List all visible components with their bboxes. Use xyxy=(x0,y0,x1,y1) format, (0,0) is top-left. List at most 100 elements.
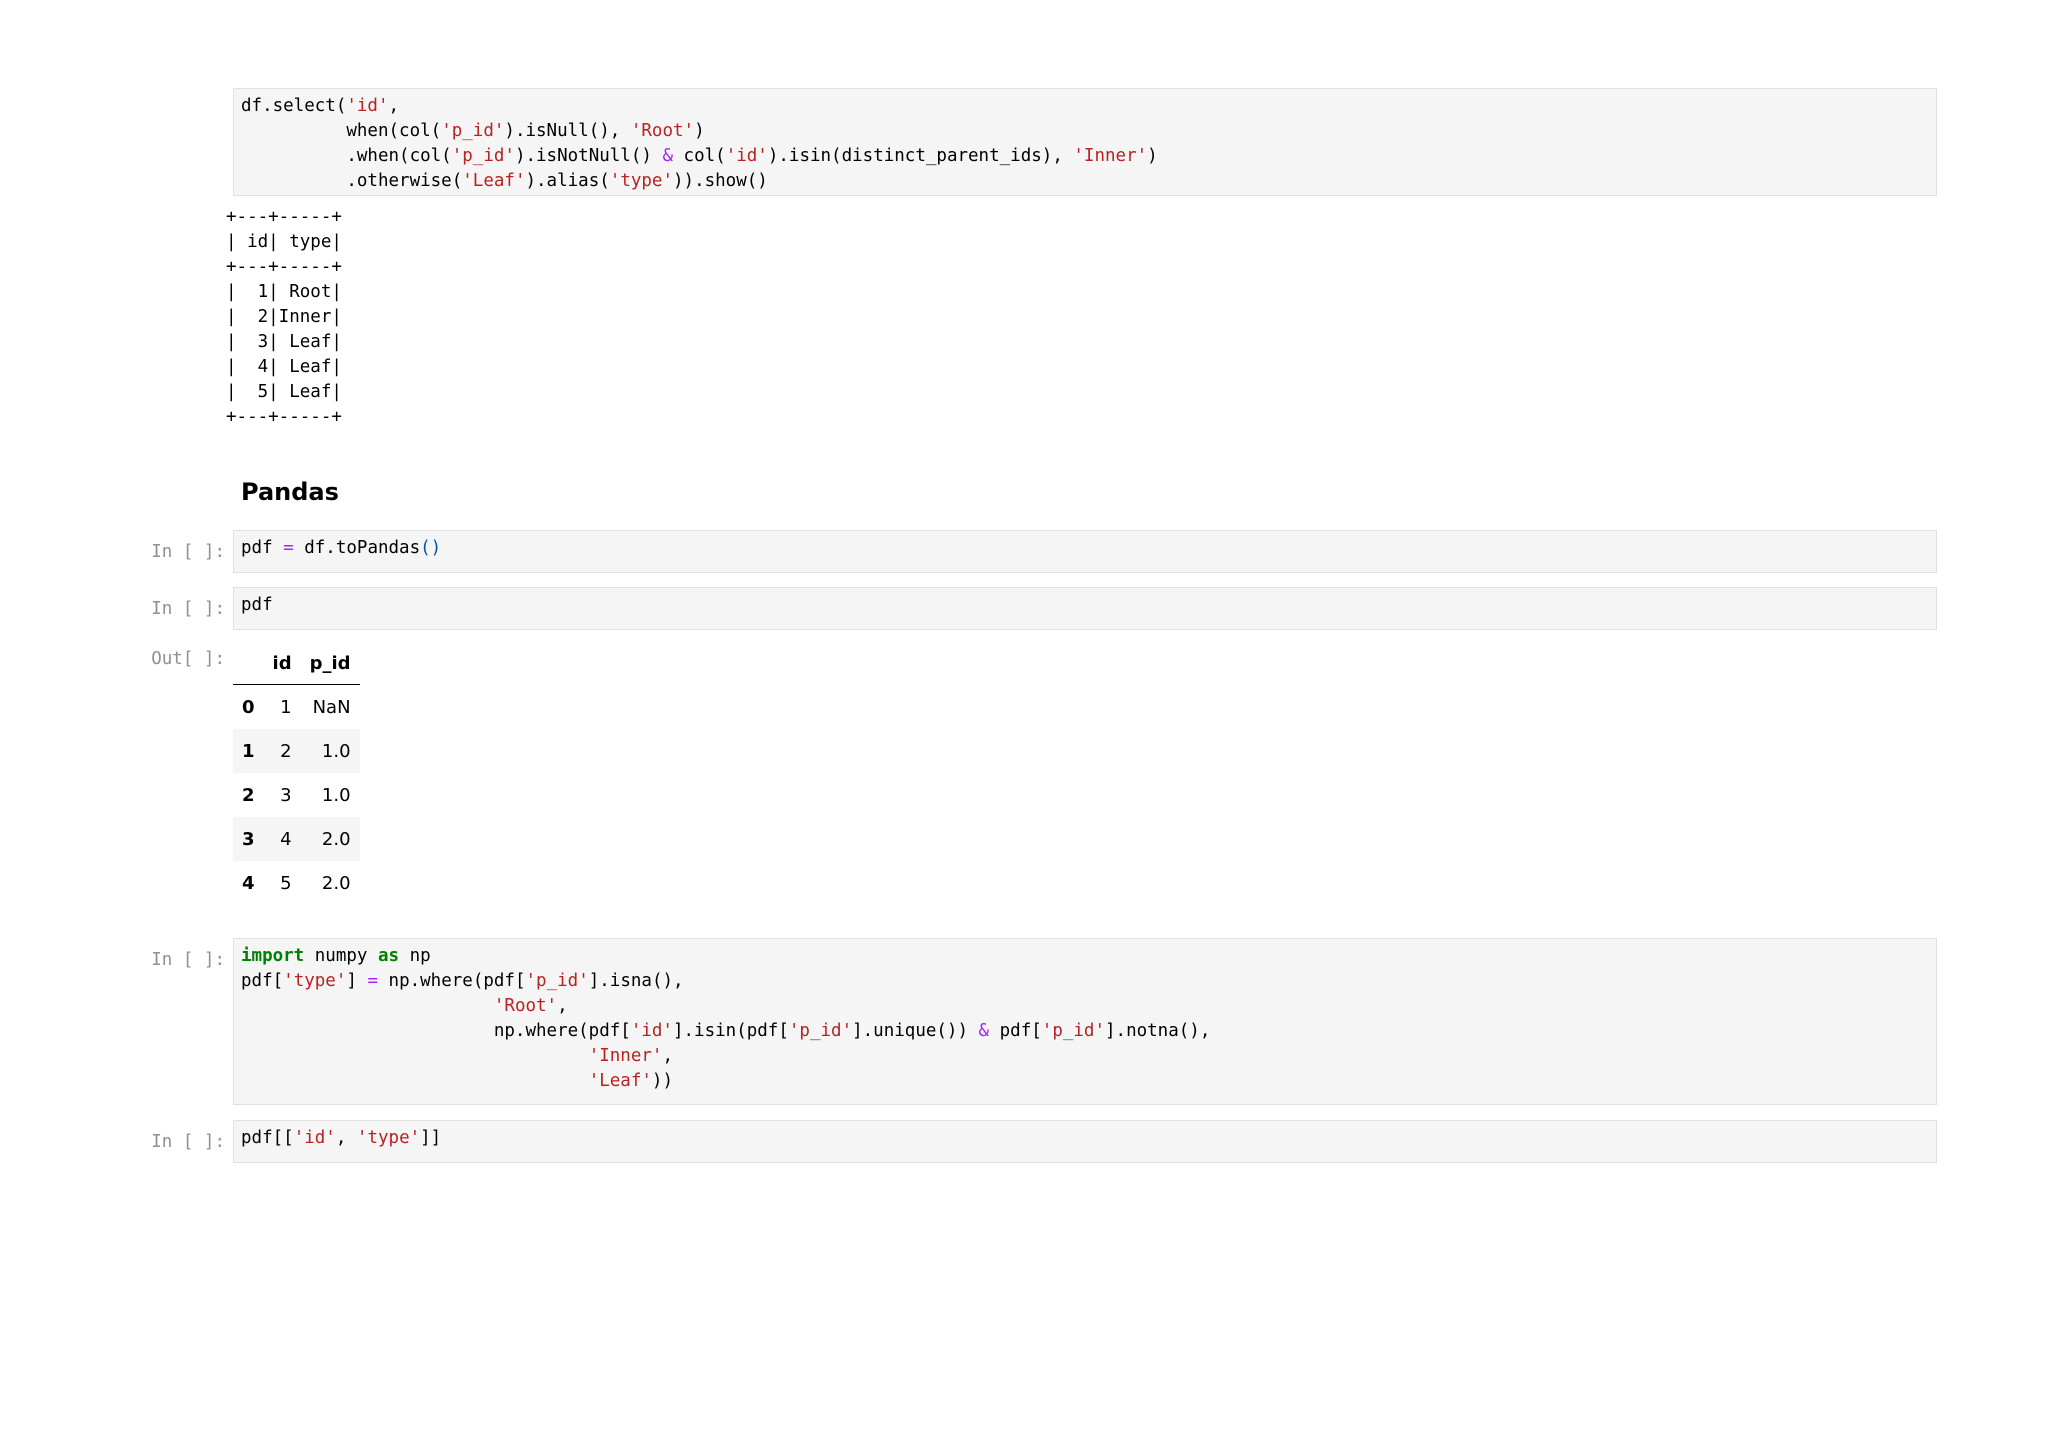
cell-2-prompt: In [ ]: xyxy=(151,542,225,562)
code-line: pdf xyxy=(241,593,1929,618)
table-row: 3 4 2.0 xyxy=(233,817,360,861)
table-header-row: id p_id xyxy=(233,642,360,685)
table-cell: 3 xyxy=(280,784,292,806)
cell-4-prompt: In [ ]: xyxy=(151,950,225,970)
code-token: , xyxy=(662,1046,673,1066)
code-token: ].isin(pdf[ xyxy=(672,1021,789,1041)
cell-1-output-text: +---+-----+ | id| type| +---+-----+ | 1|… xyxy=(226,207,342,427)
row-index: 2 xyxy=(242,784,255,806)
table-cell: 1.0 xyxy=(321,784,351,806)
code-token: 'Inner' xyxy=(1073,146,1148,166)
code-token: np.where(pdf[ xyxy=(378,971,526,991)
code-token: , xyxy=(557,996,568,1016)
code-token: pdf xyxy=(241,538,284,558)
code-token: ).isNull(), xyxy=(504,121,631,141)
code-token: 'id' xyxy=(293,1128,336,1148)
code-token: )) xyxy=(651,1071,673,1091)
code-cell-1-input[interactable]: df.select('id', when(col('p_id').isNull(… xyxy=(233,88,1937,196)
table-row: 1 2 1.0 xyxy=(233,729,360,773)
code-token: ) xyxy=(1147,146,1158,166)
code-line: np.where(pdf['id'].isin(pdf['p_id'].uniq… xyxy=(241,1019,1929,1044)
code-token: 'p_id' xyxy=(451,146,515,166)
code-token: )).show() xyxy=(673,171,768,191)
table-row: 2 3 1.0 xyxy=(233,773,360,817)
code-token: ].notna(), xyxy=(1105,1021,1211,1041)
code-token: ).isNotNull() xyxy=(514,146,663,166)
code-token: () xyxy=(420,538,442,558)
row-index: 1 xyxy=(242,740,255,762)
code-token: & xyxy=(662,146,673,166)
code-token: , xyxy=(335,1128,357,1148)
code-token: .when(col( xyxy=(241,146,452,166)
code-token: 'id' xyxy=(725,146,768,166)
code-token: 'type' xyxy=(609,171,673,191)
code-token: ].isna(), xyxy=(588,971,684,991)
code-token: = xyxy=(367,971,378,991)
code-token: 'p_id' xyxy=(441,121,505,141)
cell-5-prompt: In [ ]: xyxy=(151,1132,225,1152)
code-token: as xyxy=(377,946,400,966)
code-token: ].unique()) xyxy=(852,1021,979,1041)
code-token: ] xyxy=(346,971,368,991)
cell-3-prompt: In [ ]: xyxy=(151,599,225,619)
code-token: 'type' xyxy=(283,971,347,991)
code-line: when(col('p_id').isNull(), 'Root') xyxy=(241,119,1929,144)
code-token: = xyxy=(283,538,294,558)
code-cell-5-input[interactable]: pdf[['id', 'type']] xyxy=(233,1120,1937,1163)
code-line: import numpy as np xyxy=(241,944,1929,969)
code-token: df.select( xyxy=(241,96,347,116)
table-header-cell: id xyxy=(263,642,301,685)
code-line: pdf = df.toPandas() xyxy=(241,536,1929,561)
table-row: 4 5 2.0 xyxy=(233,861,360,905)
table-header-cell: p_id xyxy=(300,642,360,685)
code-token: & xyxy=(978,1021,990,1041)
table-cell: NaN xyxy=(312,696,351,718)
code-line: pdf[['id', 'type']] xyxy=(241,1126,1929,1151)
code-token: .otherwise( xyxy=(241,171,463,191)
row-index: 0 xyxy=(242,696,255,718)
code-token: 'id' xyxy=(346,96,389,116)
code-token: 'Root' xyxy=(493,996,558,1016)
code-token: ]] xyxy=(420,1128,442,1148)
code-token: col( xyxy=(673,146,726,166)
code-token: when(col( xyxy=(241,121,442,141)
row-index: 3 xyxy=(242,828,255,850)
table-cell: 2.0 xyxy=(321,872,351,894)
code-token: 'type' xyxy=(356,1128,421,1148)
code-cell-4-input[interactable]: import numpy as np pdf['type'] = np.where… xyxy=(233,938,1937,1105)
code-token: df.toPandas xyxy=(293,538,421,558)
code-token: ) xyxy=(694,121,705,141)
code-line: 'Inner', xyxy=(241,1044,1929,1069)
code-token: 'Leaf' xyxy=(462,171,526,191)
code-cell-3-input[interactable]: pdf xyxy=(233,587,1937,630)
code-line: 'Root', xyxy=(241,994,1929,1019)
code-token: numpy xyxy=(304,946,378,966)
code-line: pdf['type'] = np.where(pdf['p_id'].isna(… xyxy=(241,969,1929,994)
table-cell: 5 xyxy=(280,872,292,894)
code-token: pdf xyxy=(241,595,273,615)
code-token: 'p_id' xyxy=(788,1021,853,1041)
code-token: np.where(pdf[ xyxy=(241,1021,631,1041)
table-row: 0 1 NaN xyxy=(233,684,360,729)
table-cell: 2 xyxy=(280,740,292,762)
table-header-cell xyxy=(233,642,264,685)
table-cell: 2.0 xyxy=(321,828,351,850)
table-cell: 1 xyxy=(280,696,292,718)
row-index: 4 xyxy=(242,872,255,894)
code-token: pdf[ xyxy=(241,971,284,991)
code-token: 'Inner' xyxy=(588,1046,663,1066)
table-cell: 4 xyxy=(280,828,292,850)
code-token: import xyxy=(241,946,305,966)
code-token: ).alias( xyxy=(525,171,610,191)
code-token: 'Leaf' xyxy=(588,1071,652,1091)
code-line: 'Leaf')) xyxy=(241,1069,1929,1094)
code-cell-2-input[interactable]: pdf = df.toPandas() xyxy=(233,530,1937,573)
code-token: pdf[[ xyxy=(241,1128,294,1148)
dataframe-table: id p_id 0 1 NaN 1 2 1.0 2 3 1.0 3 4 2.0 … xyxy=(233,642,360,905)
code-line: .otherwise('Leaf').alias('type')).show() xyxy=(241,169,1929,194)
code-token: , xyxy=(388,96,400,116)
code-token: 'p_id' xyxy=(1041,1021,1105,1041)
